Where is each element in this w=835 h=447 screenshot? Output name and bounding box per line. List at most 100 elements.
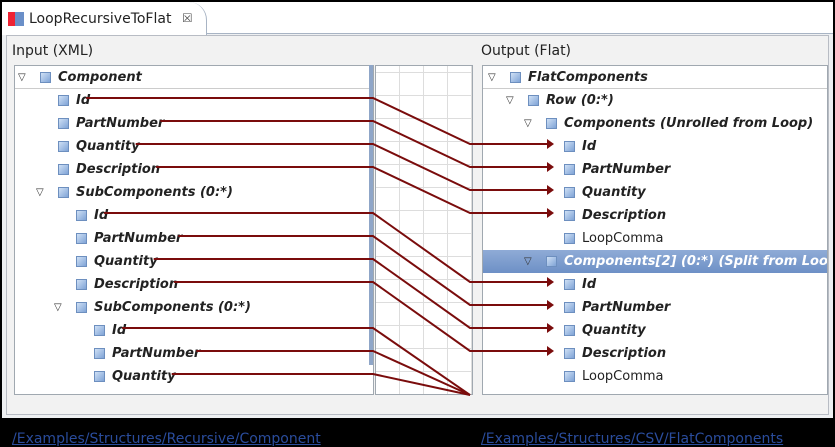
tree-row[interactable]: Description (15, 273, 373, 296)
tree-row[interactable]: ▽ SubComponents (0:*) (15, 181, 373, 204)
element-icon (528, 95, 539, 106)
element-icon (58, 141, 69, 152)
expand-toggle-icon[interactable]: ▽ (506, 95, 514, 106)
element-icon (58, 164, 69, 175)
tree-row[interactable]: PartNumber (15, 227, 373, 250)
node-label: PartNumber (94, 231, 183, 246)
element-icon (564, 164, 575, 175)
node-label: Id (76, 93, 91, 108)
node-label: FlatComponents (528, 69, 648, 85)
tree-row[interactable]: Id (15, 319, 373, 342)
expand-toggle-icon[interactable]: ▽ (488, 72, 496, 83)
mapping-canvas (375, 65, 473, 395)
node-label: Id (112, 323, 127, 338)
tree-row[interactable]: ▽ Row (0:*) (483, 89, 827, 112)
tree-row[interactable]: ▽ Components[2] (0:*) (Split from Loop) (483, 250, 827, 273)
element-icon (58, 118, 69, 129)
node-label: Quantity (112, 369, 176, 384)
tree-row[interactable]: Quantity (15, 135, 373, 158)
tree-row[interactable]: ▽ SubComponents (0:*) (15, 296, 373, 319)
element-icon (94, 371, 105, 382)
node-label: Description (582, 208, 667, 223)
node-label: Id (582, 139, 597, 154)
output-path-link[interactable]: /Examples/Structures/CSV/FlatComponents (481, 431, 783, 447)
tab-loop-recursive-to-flat[interactable]: LoopRecursiveToFlat ⮽ (2, 2, 207, 35)
expand-toggle-icon[interactable]: ▽ (36, 187, 44, 198)
element-icon (564, 141, 575, 152)
tree-row[interactable]: Description (15, 158, 373, 181)
tree-row[interactable]: LoopComma (483, 227, 827, 250)
element-icon (564, 233, 575, 244)
node-label: SubComponents (0:*) (94, 300, 251, 315)
element-icon (564, 187, 575, 198)
tree-row[interactable]: Id (15, 89, 373, 112)
node-label: Component (58, 69, 142, 85)
node-label: Components[2] (0:*) (Split from Loop) (564, 254, 828, 269)
tree-row[interactable]: Id (483, 135, 827, 158)
tree-row[interactable]: Quantity (15, 365, 373, 388)
node-label: Quantity (582, 323, 646, 338)
element-icon (564, 279, 575, 290)
node-label: PartNumber (582, 162, 671, 177)
tree-row[interactable]: Quantity (483, 319, 827, 342)
node-label: Description (94, 277, 179, 292)
element-icon (510, 71, 521, 83)
tree-row[interactable]: PartNumber (15, 342, 373, 365)
editor-window: LoopRecursiveToFlat ⮽ Input (XML) Output… (2, 2, 833, 447)
tree-row[interactable]: PartNumber (483, 158, 827, 181)
expand-toggle-icon[interactable]: ▽ (54, 302, 62, 313)
node-label: Id (582, 277, 597, 292)
node-label: Description (76, 162, 161, 177)
tree-row[interactable]: ▽ FlatComponents (483, 66, 827, 89)
input-scrollbar[interactable] (369, 65, 373, 365)
node-label: Id (94, 208, 109, 223)
element-icon (94, 348, 105, 359)
node-label: Row (0:*) (546, 93, 614, 108)
node-label: Components (Unrolled from Loop) (564, 116, 814, 131)
tree-row[interactable]: PartNumber (483, 296, 827, 319)
tree-row[interactable]: Id (483, 273, 827, 296)
tree-row[interactable]: ▽ Components (Unrolled from Loop) (483, 112, 827, 135)
node-label: SubComponents (0:*) (76, 185, 233, 200)
node-label: PartNumber (76, 116, 165, 131)
expand-toggle-icon[interactable]: ▽ (524, 118, 532, 129)
element-icon (546, 256, 557, 267)
node-label: Quantity (582, 185, 646, 200)
element-icon (76, 279, 87, 290)
expand-toggle-icon[interactable]: ▽ (524, 256, 532, 267)
element-icon (564, 348, 575, 359)
mapping-icon (8, 11, 24, 26)
input-tree[interactable]: ▽ Component Id PartNumber Quantity Descriptio… (14, 65, 374, 395)
tree-row[interactable]: Id (15, 204, 373, 227)
node-label: LoopComma (582, 231, 664, 246)
node-label: PartNumber (582, 300, 671, 315)
tree-row[interactable]: Description (483, 342, 827, 365)
tree-row[interactable]: ▽ Component (15, 66, 373, 89)
tree-row[interactable]: Quantity (483, 181, 827, 204)
node-label: LoopComma (582, 369, 664, 384)
element-icon (76, 233, 87, 244)
tab-title: LoopRecursiveToFlat (29, 10, 172, 27)
output-tree[interactable]: ▽ FlatComponents ▽ Row (0:*) ▽ Components (Un… (482, 65, 828, 395)
node-label: Description (582, 346, 667, 361)
mapping-editor: Input (XML) Output (Flat) ▽ Component Id Pa… (6, 35, 829, 447)
tree-row[interactable]: PartNumber (15, 112, 373, 135)
element-icon (564, 302, 575, 313)
node-label: Quantity (94, 254, 158, 269)
element-icon (564, 325, 575, 336)
output-label: Output (Flat) (481, 43, 572, 59)
element-icon (76, 256, 87, 267)
input-path-link[interactable]: /Examples/Structures/Recursive/Component (12, 431, 321, 447)
tree-row[interactable]: Quantity (15, 250, 373, 273)
tree-row[interactable]: LoopComma (483, 365, 827, 388)
element-icon (564, 210, 575, 221)
tree-row[interactable]: Description (483, 204, 827, 227)
expand-toggle-icon[interactable]: ▽ (18, 72, 26, 83)
element-icon (546, 118, 557, 129)
close-icon[interactable]: ⮽ (182, 11, 192, 26)
input-label: Input (XML) (12, 43, 94, 59)
node-label: PartNumber (112, 346, 201, 361)
element-icon (564, 371, 575, 382)
element-icon (58, 187, 69, 198)
element-icon (76, 302, 87, 313)
